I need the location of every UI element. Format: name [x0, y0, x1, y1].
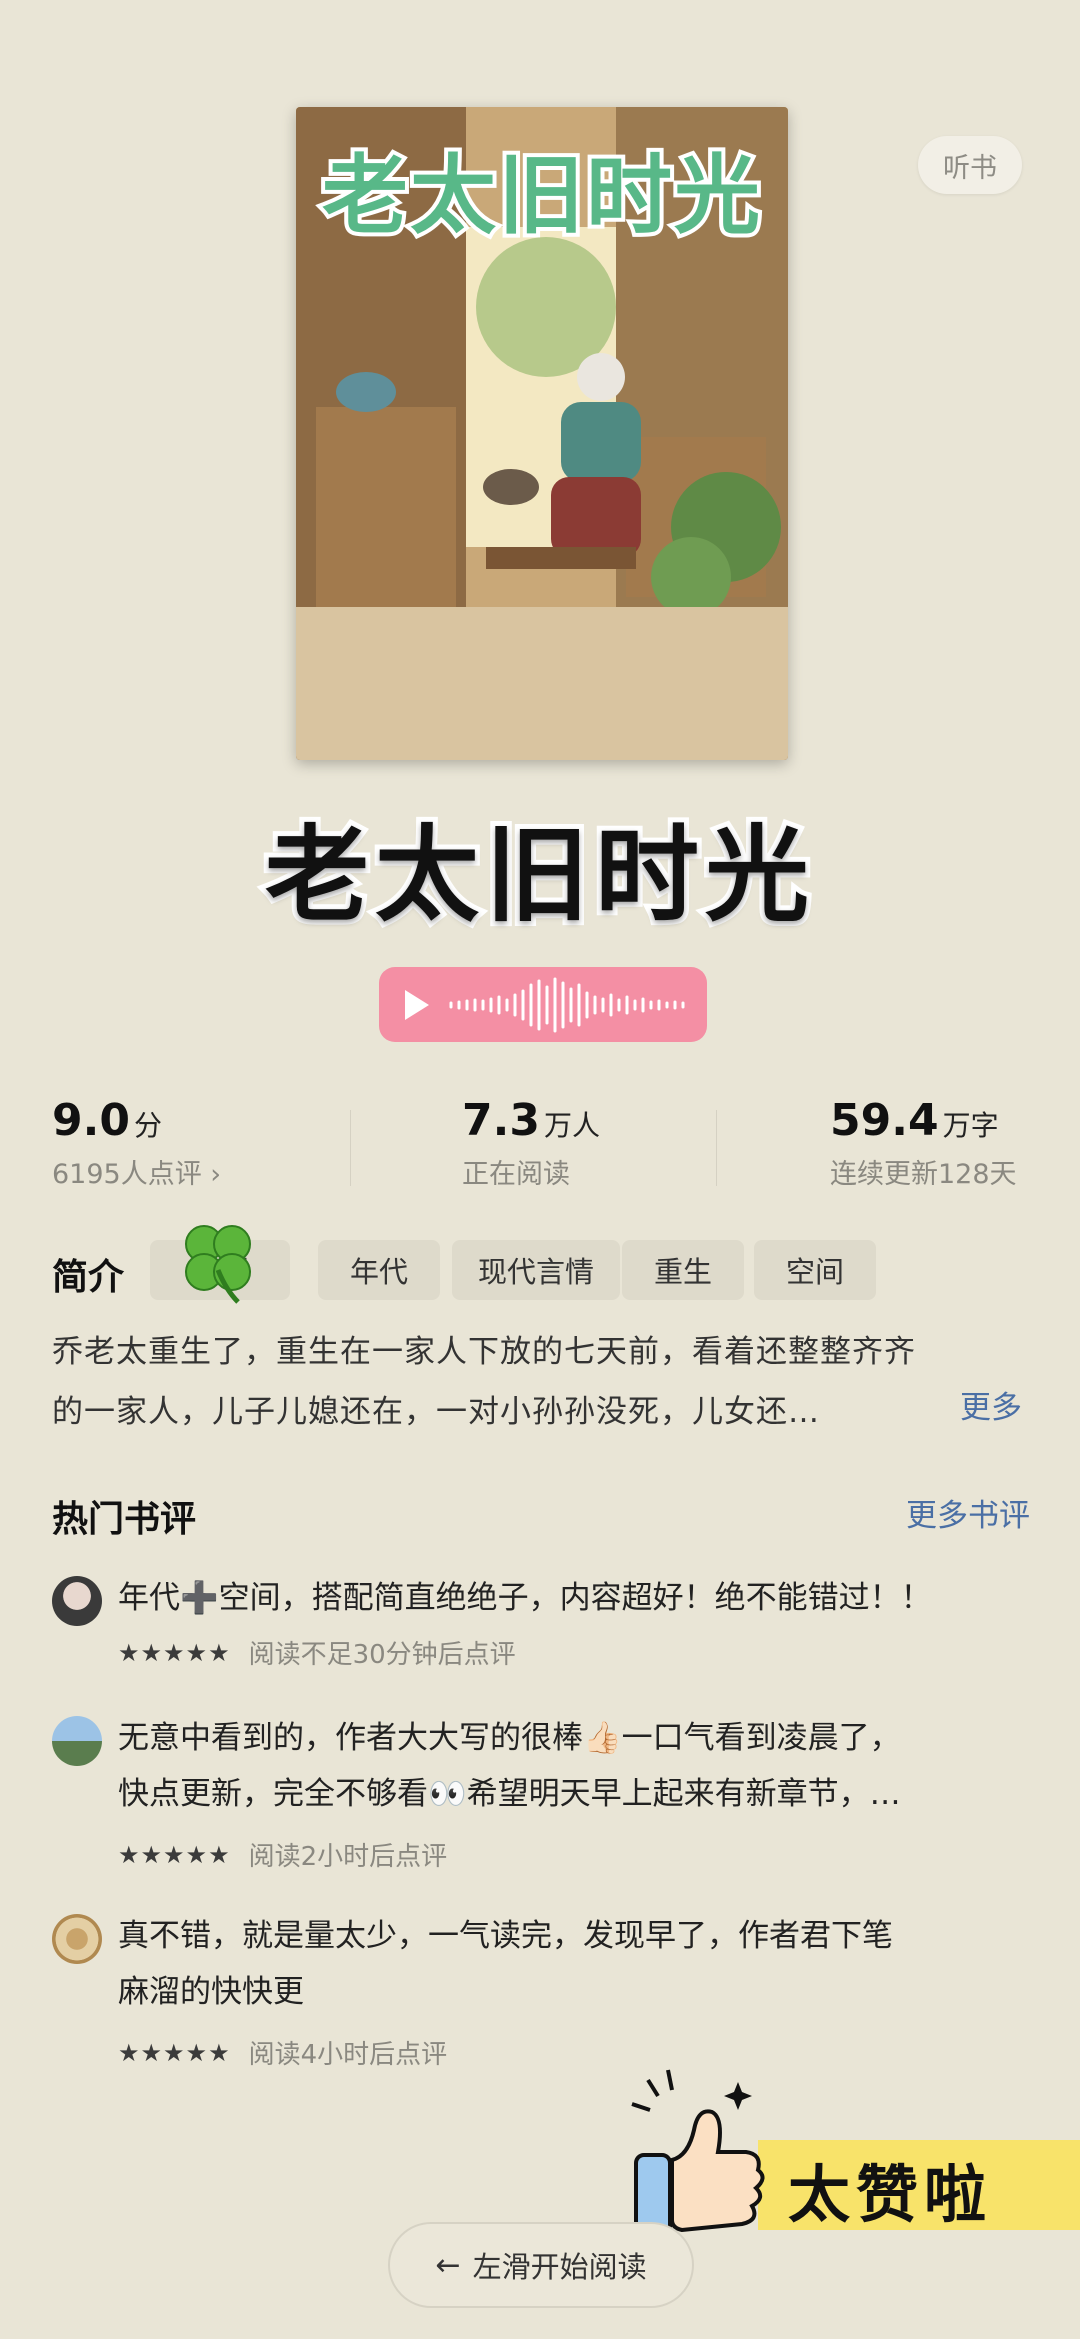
readers-label: 正在阅读	[462, 1159, 570, 1190]
rating-stars: ★★★★★	[118, 2038, 231, 2067]
arrow-left-icon: ←	[435, 2247, 461, 2283]
tag-modern-romance[interactable]: 现代言情	[452, 1240, 620, 1300]
listen-button[interactable]: 听书	[918, 136, 1022, 194]
divider	[716, 1110, 717, 1186]
review-line: 麻溜的快快更	[118, 1974, 304, 2010]
hot-reviews-title: 热门书评	[52, 1499, 197, 1540]
divider	[350, 1110, 351, 1186]
play-icon	[405, 989, 429, 1020]
readers-unit: 万人	[543, 1109, 600, 1142]
review-line: 快点更新，完全不够看👀希望明天早上起来有新章节，…	[118, 1776, 901, 1812]
start-reading-label: 左滑开始阅读	[472, 2250, 647, 2284]
more-reviews-link[interactable]: 更多书评	[906, 1490, 1030, 1535]
thumbs-up-sticker: 太赞啦	[628, 2060, 1080, 2260]
review-text: 真不错，就是量太少，一气读完，发现早了，作者君下笔 麻溜的快快更	[118, 1908, 1078, 2020]
stat-words: 59.4 万字 连续更新128天	[830, 1095, 1080, 1191]
update-days: 连续更新128天	[830, 1159, 1017, 1190]
rating-count: 6195人点评 ›	[52, 1159, 222, 1190]
review-item[interactable]: 年代➕空间，搭配简直绝绝子，内容超好！绝不能错过！！ ★★★★★ 阅读不足30分…	[52, 1572, 1032, 1682]
rating-unit: 分	[133, 1109, 162, 1142]
waveform-icon	[449, 977, 685, 1032]
rating-stars: ★★★★★	[118, 1638, 231, 1667]
avatar	[52, 1576, 102, 1626]
rating-stars: ★★★★★	[118, 1840, 231, 1869]
rating-value: 9.0	[52, 1095, 130, 1146]
clover-sticker-icon	[185, 1225, 251, 1304]
book-title: 老太旧时光	[260, 809, 815, 941]
review-text: 无意中看到的，作者大大写的很棒👍🏻一口气看到凌晨了， 快点更新，完全不够看👀希望…	[118, 1710, 1078, 1822]
book-cover[interactable]: 老太旧时光	[296, 107, 788, 760]
stat-readers: 7.3 万人 正在阅读	[462, 1095, 822, 1191]
intro-label: 简介	[52, 1257, 125, 1298]
cover-title: 老太旧时光	[318, 142, 764, 250]
avatar	[52, 1914, 102, 1964]
review-meta: 阅读4小时后点评	[248, 2040, 448, 2070]
start-reading-button[interactable]: ← 左滑开始阅读	[388, 2222, 694, 2308]
tag-era[interactable]: 年代	[318, 1240, 440, 1300]
description-line: 乔老太重生了，重生在一家人下放的七天前，看着还整整齐齐	[52, 1334, 916, 1370]
audio-preview-button[interactable]	[379, 967, 707, 1042]
sticker-text: 太赞啦	[788, 2158, 993, 2231]
review-text: 年代➕空间，搭配简直绝绝子，内容超好！绝不能错过！！	[118, 1580, 932, 1616]
book-description: 乔老太重生了，重生在一家人下放的七天前，看着还整整齐齐 的一家人，儿子儿媳还在，…	[52, 1322, 1032, 1442]
review-meta: 阅读不足30分钟后点评	[248, 1640, 516, 1670]
review-item[interactable]: 真不错，就是量太少，一气读完，发现早了，作者君下笔 麻溜的快快更 ★★★★★ 阅…	[52, 1910, 1032, 2080]
review-meta: 阅读2小时后点评	[248, 1842, 448, 1872]
review-line: 真不错，就是量太少，一气读完，发现早了，作者君下笔	[118, 1918, 893, 1954]
more-description-link[interactable]: 更多	[960, 1382, 1022, 1427]
words-value: 59.4	[830, 1095, 939, 1146]
readers-value: 7.3	[462, 1095, 540, 1146]
avatar	[52, 1716, 102, 1766]
tag-space[interactable]: 空间	[754, 1240, 876, 1300]
review-line: 无意中看到的，作者大大写的很棒👍🏻一口气看到凌晨了，	[118, 1720, 901, 1756]
review-item[interactable]: 无意中看到的，作者大大写的很棒👍🏻一口气看到凌晨了， 快点更新，完全不够看👀希望…	[52, 1712, 1032, 1882]
description-line: 的一家人，儿子儿媳还在，一对小孙孙没死，儿女还…	[52, 1394, 820, 1430]
stat-rating[interactable]: 9.0 分 6195人点评 ›	[52, 1095, 412, 1191]
words-unit: 万字	[942, 1109, 999, 1142]
tag-rebirth[interactable]: 重生	[622, 1240, 744, 1300]
